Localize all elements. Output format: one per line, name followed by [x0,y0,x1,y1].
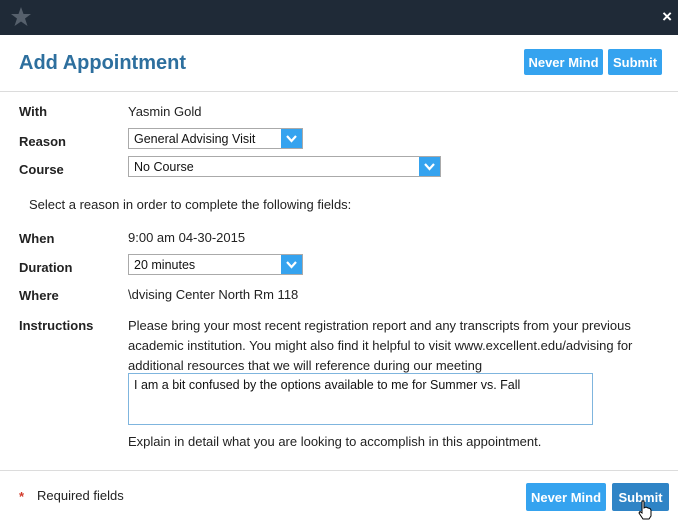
submit-button-top[interactable]: Submit [608,49,662,75]
course-label: Course [19,162,64,177]
reason-select-value: General Advising Visit [134,132,256,146]
comment-textarea[interactable]: I am a bit confused by the options avail… [128,373,593,425]
comment-text: I am a bit confused by the options avail… [134,378,521,392]
never-mind-button-top[interactable]: Never Mind [524,49,603,75]
modal-footer: * Required fields Never Mind Submit [0,470,678,521]
with-value: Yasmin Gold [128,104,202,119]
course-select[interactable]: No Course [128,156,441,177]
with-label: With [19,104,48,119]
chevron-down-icon[interactable] [281,255,302,274]
reason-label: Reason [19,134,66,149]
select-reason-note: Select a reason in order to complete the… [29,197,352,212]
comment-hint: Explain in detail what you are looking t… [128,434,542,449]
duration-select[interactable]: 20 minutes [128,254,303,275]
close-icon[interactable]: × [662,8,672,26]
duration-label: Duration [19,260,73,275]
course-select-value: No Course [134,160,194,174]
chevron-down-icon[interactable] [281,129,302,148]
required-star: * [19,489,25,504]
never-mind-button-bottom[interactable]: Never Mind [526,483,606,511]
where-value: \dvising Center North Rm 118 [128,287,299,302]
required-fields-text: Required fields [37,488,124,503]
when-label: When [19,231,55,246]
hand-pointer-icon [637,500,653,520]
instructions-text: Please bring your most recent registrati… [128,318,633,373]
where-label: Where [19,288,59,303]
modal-topbar: × [0,0,678,35]
star-logo-icon [10,6,32,28]
when-value: 9:00 am 04-30-2015 [128,230,246,245]
duration-select-value: 20 minutes [134,258,196,272]
modal-header: Add Appointment Never Mind Submit [0,35,678,92]
instructions-label: Instructions [19,318,94,333]
reason-select[interactable]: General Advising Visit [128,128,303,149]
chevron-down-icon[interactable] [419,157,440,176]
modal-title: Add Appointment [19,52,187,74]
